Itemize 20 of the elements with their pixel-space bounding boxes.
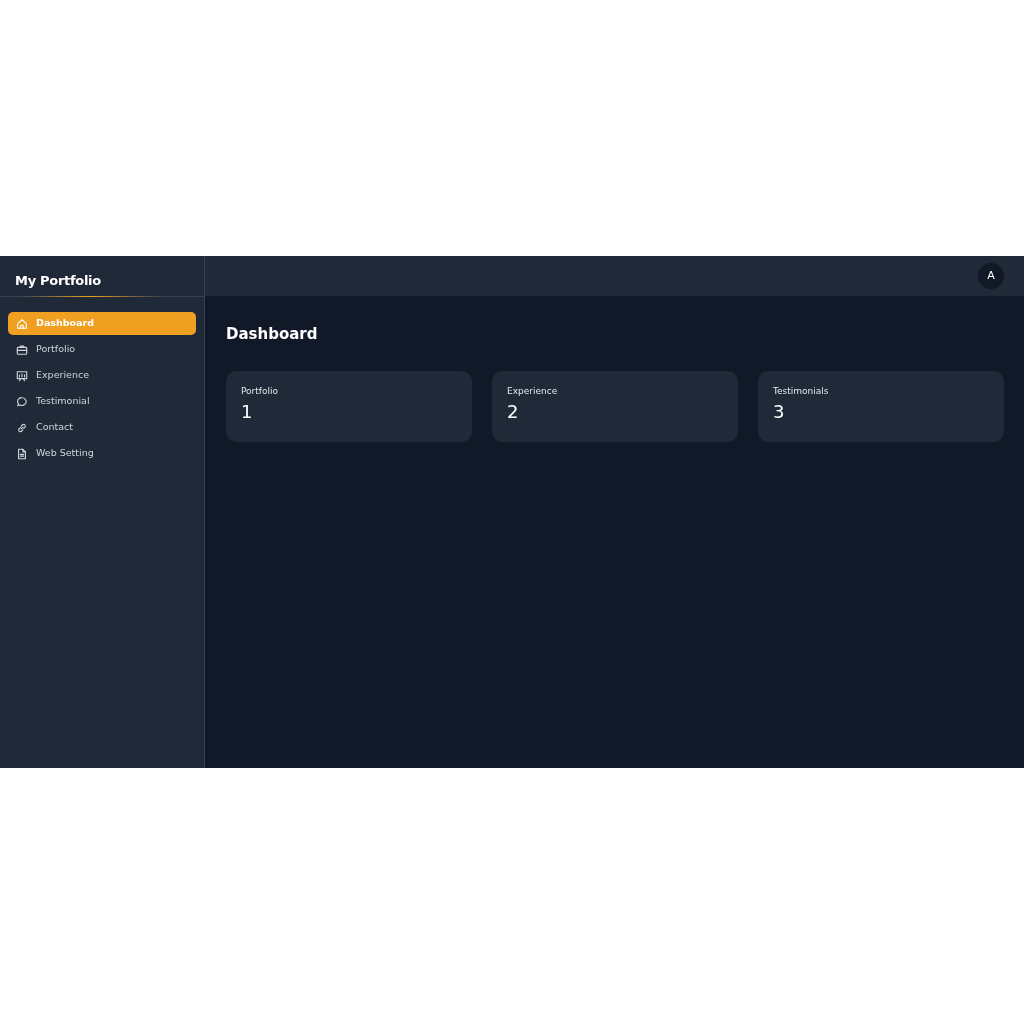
sidebar-item[interactable]: Portfolio [8, 338, 196, 361]
stat-label: Portfolio [241, 384, 280, 398]
briefcase-icon [16, 343, 28, 356]
brand-title: My Portfolio [15, 273, 101, 288]
page-title: Dashboard [226, 324, 319, 345]
chat-icon [16, 395, 28, 408]
stat-value: 3 [773, 401, 786, 423]
avatar[interactable]: A [978, 263, 1004, 289]
sidebar-item[interactable]: Web Setting [8, 442, 196, 465]
link-icon [16, 421, 28, 434]
sidebar-item[interactable]: Contact [8, 416, 196, 439]
stat-label: Testimonials [773, 384, 830, 398]
sidebar-item[interactable]: Experience [8, 364, 196, 387]
stat-label: Experience [507, 384, 559, 398]
stat-value: 2 [507, 401, 520, 423]
stat-value: 1 [241, 401, 254, 423]
home-icon [16, 317, 28, 330]
presentation-icon [16, 369, 28, 382]
sidebar-item[interactable]: Testimonial [8, 390, 196, 413]
document-icon [16, 447, 28, 460]
